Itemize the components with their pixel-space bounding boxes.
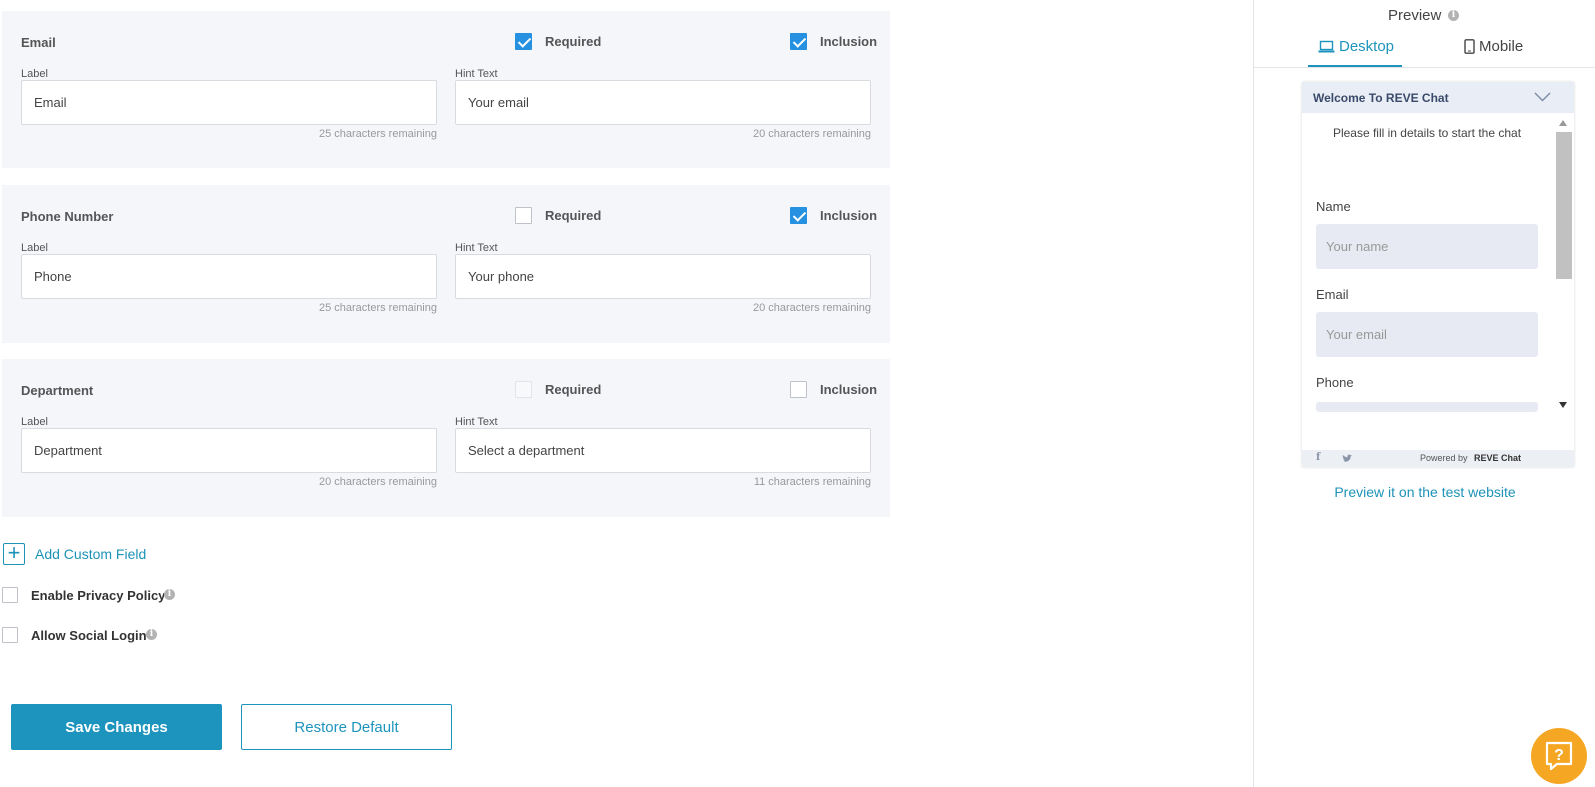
field-block-department: Department Required Inclusion Label Hint… (2, 359, 890, 517)
info-icon[interactable]: i (1448, 10, 1459, 21)
privacy-policy-checkbox-box[interactable] (2, 587, 18, 603)
chat-intro: Please fill in details to start the chat (1332, 126, 1522, 140)
restore-default-button[interactable]: Restore Default (241, 704, 452, 750)
chat-email-input[interactable]: Your email (1316, 312, 1538, 357)
tab-desktop-label: Desktop (1339, 38, 1395, 55)
hint-caption: Hint Text (455, 416, 498, 428)
info-icon[interactable]: i (146, 629, 157, 640)
chat-phone-input[interactable] (1316, 402, 1538, 412)
hint-input[interactable]: Your phone (455, 254, 871, 299)
social-login-checkbox-box[interactable] (2, 627, 18, 643)
preview-test-website-link[interactable]: Preview it on the test website (1254, 484, 1595, 500)
chat-footer: f Powered by REVE Chat (1302, 450, 1574, 467)
required-checkbox: Required (515, 381, 601, 398)
hint-input[interactable]: Select a department (455, 428, 871, 473)
inclusion-checkbox-box[interactable] (790, 33, 807, 50)
label-input[interactable]: Phone (21, 254, 437, 299)
label-remaining: 25 characters remaining (318, 128, 437, 140)
privacy-policy-checkbox[interactable] (2, 587, 18, 608)
field-block-phone: Phone Number Required Inclusion Label Hi… (2, 185, 890, 343)
chat-name-label: Name (1316, 199, 1351, 214)
tab-mobile-label: Mobile (1479, 38, 1524, 55)
required-checkbox-box[interactable] (515, 207, 532, 224)
chat-name-input[interactable]: Your name (1316, 224, 1538, 269)
required-label: Required (545, 208, 602, 223)
add-custom-field-link[interactable]: Add Custom Field (35, 546, 146, 562)
scroll-down-icon[interactable] (1559, 402, 1567, 408)
tab-desktop[interactable]: Desktop (1308, 37, 1402, 67)
laptop-icon (1318, 40, 1335, 53)
required-checkbox-box[interactable] (515, 33, 532, 50)
facebook-icon[interactable]: f (1316, 452, 1320, 463)
social-login-checkbox[interactable] (2, 627, 18, 648)
tab-mobile[interactable]: Mobile (1464, 37, 1544, 67)
powered-by-text: Powered by (1420, 453, 1468, 463)
hint-caption: Hint Text (455, 68, 498, 80)
hint-input[interactable]: Your email (455, 80, 871, 125)
inclusion-checkbox-box[interactable] (790, 207, 807, 224)
required-checkbox-box (515, 381, 532, 398)
label-remaining: 25 characters remaining (318, 302, 437, 314)
required-checkbox[interactable]: Required (515, 33, 601, 50)
tabs-divider (1254, 67, 1595, 68)
save-changes-button[interactable]: Save Changes (11, 704, 222, 750)
required-label: Required (545, 34, 602, 49)
inclusion-label: Inclusion (820, 208, 878, 223)
social-login-label: Allow Social Login (31, 628, 147, 643)
inclusion-label: Inclusion (820, 382, 878, 397)
inclusion-checkbox[interactable]: Inclusion (790, 207, 877, 224)
chat-email-label: Email (1316, 287, 1349, 302)
chat-widget-preview: Welcome To REVE Chat Please fill in deta… (1302, 82, 1574, 467)
field-title: Email (21, 35, 56, 50)
field-title: Department (21, 383, 94, 398)
svg-text:?: ? (1554, 747, 1564, 764)
field-title: Phone Number (21, 209, 114, 224)
twitter-icon[interactable] (1342, 454, 1353, 463)
mobile-icon (1464, 39, 1475, 54)
chevron-down-icon[interactable] (1534, 92, 1551, 102)
preview-title: Preview (1388, 7, 1442, 24)
info-icon[interactable]: i (164, 589, 175, 600)
scroll-up-icon[interactable] (1559, 120, 1567, 126)
chat-scrollbar[interactable] (1554, 116, 1572, 412)
inclusion-checkbox[interactable]: Inclusion (790, 381, 877, 398)
inclusion-label: Inclusion (820, 34, 878, 49)
reve-chat-brand: REVE Chat (1474, 453, 1522, 463)
label-caption: Label (21, 242, 48, 254)
inclusion-checkbox[interactable]: Inclusion (790, 33, 877, 50)
label-input[interactable]: Email (21, 80, 437, 125)
scrollbar-thumb[interactable] (1556, 132, 1572, 279)
required-label: Required (545, 382, 602, 397)
add-custom-field-plus-icon[interactable]: + (3, 542, 25, 565)
inclusion-checkbox-box[interactable] (790, 381, 807, 398)
hint-remaining: 20 characters remaining (752, 128, 871, 140)
hint-caption: Hint Text (455, 242, 498, 254)
privacy-policy-label: Enable Privacy Policy (31, 588, 166, 603)
label-caption: Label (21, 68, 48, 80)
preview-panel: Preview i Desktop Mobile Welcome To REVE… (1253, 0, 1595, 787)
required-checkbox[interactable]: Required (515, 207, 601, 224)
hint-remaining: 20 characters remaining (752, 302, 871, 314)
help-chat-icon: ? (1545, 741, 1573, 771)
chat-header: Welcome To REVE Chat (1302, 82, 1574, 113)
field-block-email: Email Required Inclusion Label Hint Text… (2, 11, 890, 168)
label-remaining: 20 characters remaining (318, 476, 437, 488)
label-caption: Label (21, 416, 48, 428)
label-input[interactable]: Department (21, 428, 437, 473)
help-button[interactable]: ? (1531, 728, 1587, 784)
chat-phone-label: Phone (1316, 375, 1354, 390)
chat-header-title: Welcome To REVE Chat (1313, 91, 1449, 105)
hint-remaining: 11 characters remaining (753, 476, 871, 488)
